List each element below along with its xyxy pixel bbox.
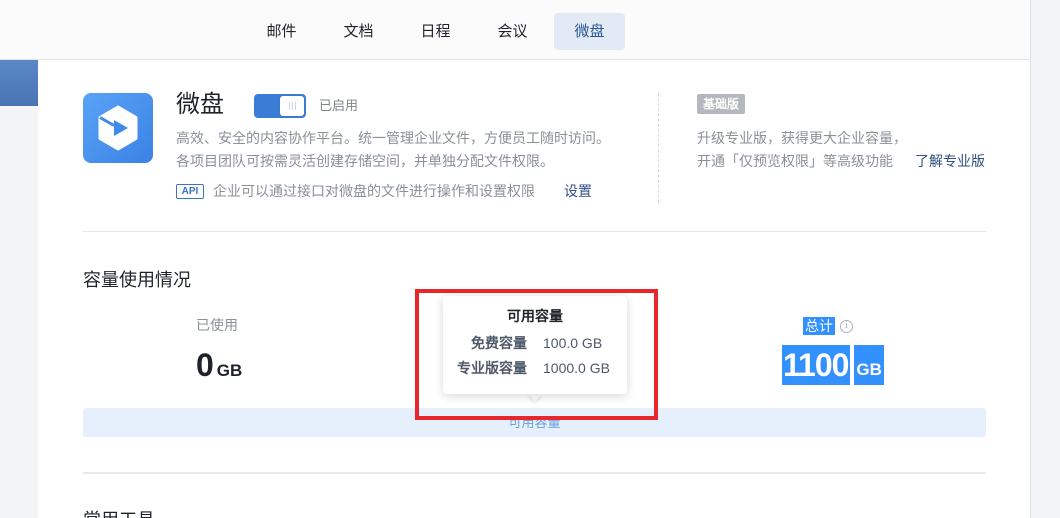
tab-calendar[interactable]: 日程 xyxy=(400,13,471,50)
used-label: 已使用 xyxy=(196,317,238,333)
total-unit: GB xyxy=(854,345,884,385)
used-value: 0 GB xyxy=(196,346,242,391)
page: 邮件 文档 日程 会议 微盘 微盘 已启用 高效、安全的内容协作平台。统一管理企… xyxy=(0,0,1060,518)
app-description-line: 各项目团队可按需灵活创建存储空间，并单独分配文件权限。 xyxy=(176,153,554,169)
weipan-logo-icon xyxy=(83,93,153,163)
total-number: 1100 xyxy=(782,345,851,385)
toggle-knob xyxy=(280,96,304,116)
api-description: 企业可以通过接口对微盘的文件进行操作和设置权限 xyxy=(213,183,535,199)
api-settings-link[interactable]: 设置 xyxy=(564,181,592,201)
used-unit: GB xyxy=(216,361,243,380)
api-badge: API xyxy=(176,184,204,199)
right-gutter xyxy=(1030,0,1060,518)
app-description-line: 高效、安全的内容协作平台。统一管理企业文件，方便员工随时访问。 xyxy=(176,130,610,146)
tab-meeting[interactable]: 会议 xyxy=(477,13,548,50)
plan-badge: 基础版 xyxy=(697,94,745,114)
used-number: 0 xyxy=(196,347,214,383)
red-highlight-box xyxy=(415,289,658,420)
tab-docs[interactable]: 文档 xyxy=(323,13,394,50)
capacity-section-title: 容量使用情况 xyxy=(83,270,191,290)
app-title: 微盘 xyxy=(176,91,224,118)
learn-pro-link[interactable]: 了解专业版 xyxy=(915,151,985,171)
sidebar-active-item[interactable] xyxy=(0,60,38,106)
info-icon[interactable]: i xyxy=(840,320,853,333)
tools-title-text: 常用工具 xyxy=(83,508,203,518)
total-label: 总计 xyxy=(803,317,835,335)
tab-weipan[interactable]: 微盘 xyxy=(554,13,625,50)
enabled-status-text: 已启用 xyxy=(319,98,359,113)
section-divider xyxy=(83,231,986,232)
total-value: 1100 GB xyxy=(782,345,884,385)
left-sidebar xyxy=(0,60,38,518)
app-enable-toggle[interactable] xyxy=(254,94,306,118)
tools-section-title: 常用工具 xyxy=(83,508,203,518)
plan-upgrade-text: 开通「仅预览权限」等高级功能 xyxy=(697,153,893,169)
header-divider xyxy=(658,93,659,203)
plan-upgrade-text: 升级专业版，获得更大企业容量， xyxy=(697,130,907,146)
tab-mail[interactable]: 邮件 xyxy=(246,13,317,50)
section-divider xyxy=(83,472,986,474)
